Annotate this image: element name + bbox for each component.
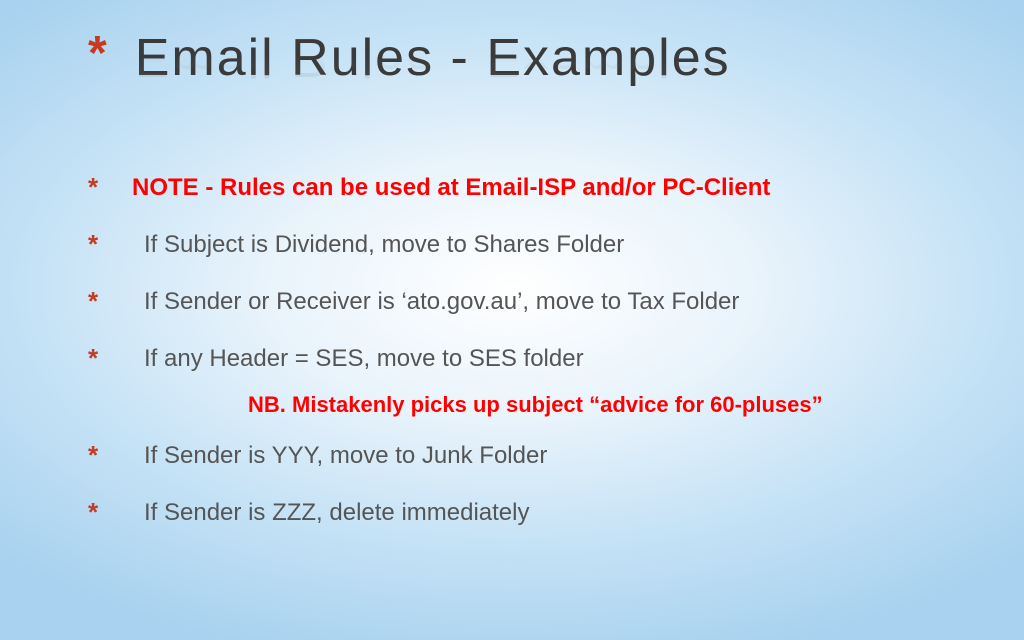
list-item-text: If Subject is Dividend, move to Shares F… [144,229,624,261]
list-item-text: If Sender or Receiver is ‘ato.gov.au’, m… [144,286,739,318]
asterisk-icon: * [88,284,132,319]
list-item-text: If Sender is YYY, move to Junk Folder [144,440,547,472]
list-item: * If Sender or Receiver is ‘ato.gov.au’, … [88,286,964,319]
sub-note: NB. Mistakenly picks up subject “advice … [248,392,964,418]
list-item-text: NOTE - Rules can be used at Email-ISP an… [132,172,770,204]
slide-title: Email Rules - Examples [135,28,731,88]
list-item-text: If any Header = SES, move to SES folder [144,343,584,375]
asterisk-icon: * [88,341,132,376]
title-row: * Email Rules - Examples [88,28,731,88]
asterisk-icon: * [88,170,132,205]
list-item: * If any Header = SES, move to SES folder [88,343,964,376]
list-item-text: If Sender is ZZZ, delete immediately [144,497,529,529]
list-item: * If Sender is ZZZ, delete immediately [88,497,964,530]
list-item: * If Subject is Dividend, move to Shares … [88,229,964,262]
list-item: *NOTE - Rules can be used at Email-ISP a… [88,172,964,205]
slide-body: *NOTE - Rules can be used at Email-ISP a… [88,172,964,555]
asterisk-icon: * [88,30,107,78]
list-item: * If Sender is YYY, move to Junk Folder [88,440,964,473]
asterisk-icon: * [88,495,132,530]
asterisk-icon: * [88,438,132,473]
asterisk-icon: * [88,227,132,262]
slide: * Email Rules - Examples *NOTE - Rules c… [0,0,1024,640]
